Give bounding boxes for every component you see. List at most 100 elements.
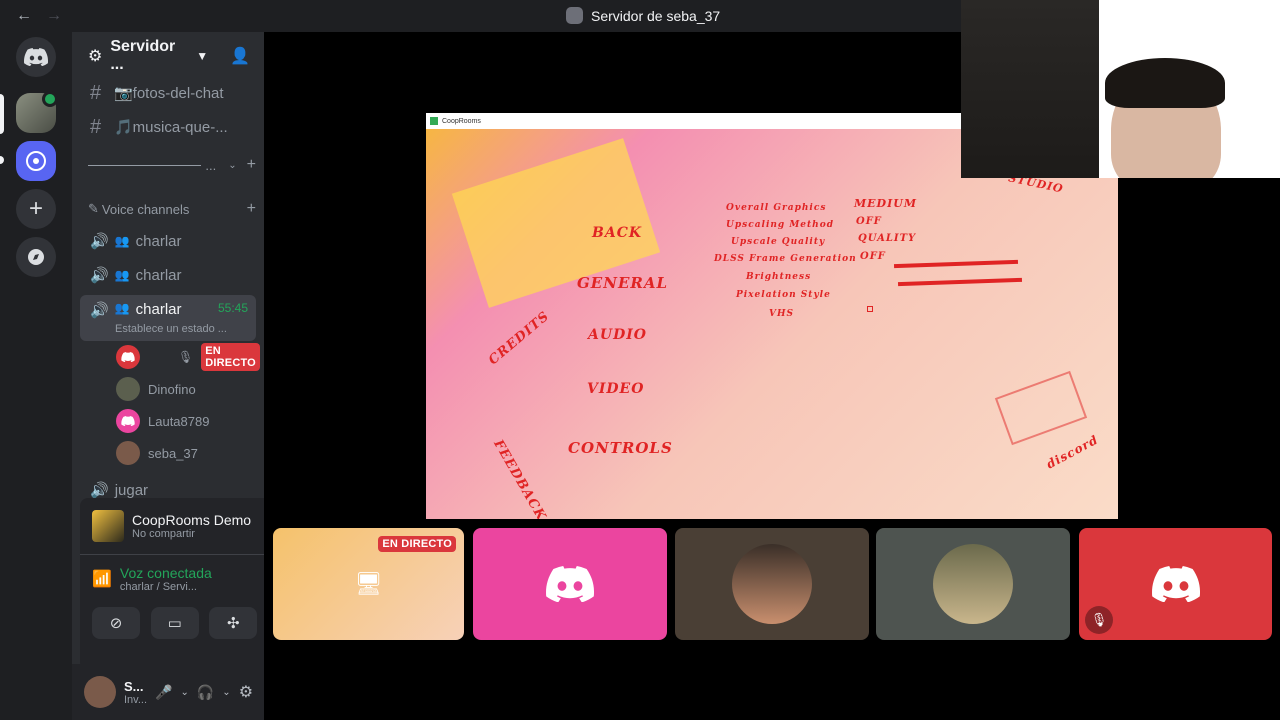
- channel-status[interactable]: Establece un estado ...: [115, 323, 227, 335]
- tile-live-badge: EN DIRECTO: [378, 536, 456, 552]
- nav-buttons: ← →: [0, 7, 62, 25]
- divider-label: ...: [205, 157, 217, 173]
- game-app-icon: [430, 117, 438, 125]
- setting-value[interactable]: OFF: [860, 251, 886, 262]
- add-channel-icon[interactable]: +: [247, 156, 256, 174]
- menu-back[interactable]: BACK: [592, 225, 642, 241]
- unread-pill: [0, 156, 4, 164]
- voice-location[interactable]: charlar / Servi...: [120, 581, 256, 593]
- channel-musica[interactable]: # 🎵musica-que-...: [80, 111, 256, 143]
- add-server-icon[interactable]: +: [16, 189, 56, 229]
- call-timer: 55:45: [217, 301, 248, 315]
- selected-pill: [0, 94, 4, 134]
- tile-seba[interactable]: [675, 528, 869, 640]
- voice-channel-label: charlar: [135, 301, 182, 318]
- divider-row: ... ⌄ +: [88, 156, 256, 174]
- lock-user-icon: 👥: [114, 234, 130, 248]
- server-icon-discord[interactable]: [16, 141, 56, 181]
- speaker-active-icon: 🔊: [90, 302, 109, 319]
- avatar: [116, 441, 140, 465]
- channel-fotos-del-chat[interactable]: # 📷fotos-del-chat: [80, 77, 256, 109]
- user-avatar[interactable]: [84, 676, 116, 708]
- signal-icon: 📶: [92, 571, 112, 588]
- setting-value[interactable]: QUALITY: [858, 233, 916, 244]
- chevron-down-icon[interactable]: ⌄: [180, 687, 188, 698]
- tile-lauta[interactable]: [473, 528, 667, 640]
- participant-avatar: [732, 544, 812, 624]
- voice-user-streamer[interactable]: 🎙 EN DIRECTO: [116, 343, 260, 371]
- server-name: Servidor ...: [110, 38, 176, 73]
- category-icon: ✎: [88, 201, 99, 216]
- headphones-icon[interactable]: 🎧: [197, 684, 214, 701]
- discord-sticker: discord: [1044, 432, 1101, 472]
- menu-general[interactable]: GENERAL: [577, 274, 668, 292]
- window-title-text: Servidor de seba_37: [591, 7, 721, 24]
- voice-channel-charlar-active[interactable]: 🔊 👥 charlar 55:45 Establece un estado ..…: [80, 295, 256, 341]
- voice-user-name: seba_37: [148, 445, 198, 461]
- speaker-badge-icon: [42, 91, 58, 107]
- server-icon: [566, 7, 583, 24]
- setting-label: Brightness: [746, 272, 812, 282]
- setting-value[interactable]: OFF: [856, 216, 882, 227]
- screen-share-button[interactable]: ▭: [150, 607, 199, 639]
- discord-home-icon[interactable]: [16, 37, 56, 77]
- tile-dinofino[interactable]: [876, 528, 1070, 640]
- user-panel: S... Inv... 🎤 ⌄ 🎧 ⌄ ⚙: [72, 664, 264, 720]
- activities-button[interactable]: ✣: [209, 607, 258, 639]
- cassette-prop: [994, 370, 1088, 446]
- avatar: [116, 345, 140, 369]
- setting-label: Pixelation Style: [736, 290, 831, 300]
- voice-user-dinofino[interactable]: Dinofino: [116, 375, 256, 403]
- voice-user-lauta[interactable]: Lauta8789: [116, 407, 256, 435]
- voice-user-seba[interactable]: seba_37: [116, 439, 256, 467]
- channel-sidebar: ⚙ Servidor ... ▼ 👤 # 📷fotos-del-chat # 🎵…: [72, 32, 328, 720]
- lock-user-icon: 👥: [114, 301, 130, 315]
- chevron-down-icon: ⌄: [228, 159, 237, 171]
- camera-off-button[interactable]: ⊘: [92, 607, 140, 639]
- live-badge: EN DIRECTO: [201, 343, 260, 371]
- pixelation-slider[interactable]: [897, 277, 1023, 287]
- window-title: Servidor de seba_37: [566, 7, 720, 24]
- microphone-icon[interactable]: 🎤: [155, 684, 172, 701]
- tile-screen-share[interactable]: EN DIRECTO 🖥: [273, 528, 464, 640]
- chevron-down-icon[interactable]: ⌄: [222, 687, 230, 698]
- add-user-icon[interactable]: 👤: [230, 46, 250, 66]
- server-avatar-seba[interactable]: [16, 91, 58, 133]
- voice-channel-charlar-1[interactable]: 🔊 👥 charlar: [80, 225, 256, 257]
- setting-value[interactable]: MEDIUM: [854, 197, 917, 210]
- voice-category-label: Voice channels: [101, 201, 190, 217]
- muted-mic-icon: 🎙: [1085, 606, 1113, 634]
- settings-gear-icon[interactable]: ⚙: [239, 682, 253, 702]
- voice-user-name: Lauta8789: [148, 413, 210, 429]
- game-icon: [92, 510, 124, 542]
- muted-mic-icon: 🎙: [178, 350, 194, 364]
- menu-feedback[interactable]: FEEDBACK: [490, 437, 549, 519]
- tile-streamer[interactable]: 🎙: [1079, 528, 1272, 640]
- avatar: [116, 409, 140, 433]
- channel-label: 📷fotos-del-chat: [114, 85, 224, 102]
- vhs-checkbox[interactable]: [867, 306, 873, 312]
- back-arrow-icon[interactable]: ←: [16, 7, 32, 25]
- voice-channel-label: charlar: [135, 266, 182, 284]
- menu-credits[interactable]: CREDITS: [486, 309, 553, 368]
- channel-label: 🎵musica-que-...: [114, 119, 228, 136]
- discord-logo-icon: [546, 566, 594, 602]
- setting-label: DLSS Frame Generation: [714, 254, 857, 264]
- menu-controls[interactable]: CONTROLS: [568, 439, 673, 457]
- speaker-icon: 🔊: [90, 233, 109, 250]
- setting-label: VHS: [769, 309, 794, 319]
- menu-audio[interactable]: AUDIO: [588, 327, 647, 343]
- voice-channel-charlar-2[interactable]: 🔊 👥 charlar: [80, 259, 256, 291]
- webcam-overlay[interactable]: [961, 0, 1280, 178]
- voice-status[interactable]: Voz conectada: [120, 565, 256, 581]
- server-header[interactable]: ⚙ Servidor ... ▼ 👤: [72, 32, 264, 80]
- explore-icon[interactable]: [16, 237, 56, 277]
- divider-line: [88, 164, 202, 166]
- voice-category[interactable]: ✎ Voice channels +: [88, 200, 256, 218]
- menu-video[interactable]: VIDEO: [587, 381, 644, 397]
- forward-arrow-icon[interactable]: →: [46, 7, 62, 25]
- add-voice-channel-icon[interactable]: +: [247, 200, 256, 218]
- brightness-slider[interactable]: [893, 259, 1019, 269]
- participant-avatar: [933, 544, 1013, 624]
- speaker-icon: 🔊: [90, 482, 109, 499]
